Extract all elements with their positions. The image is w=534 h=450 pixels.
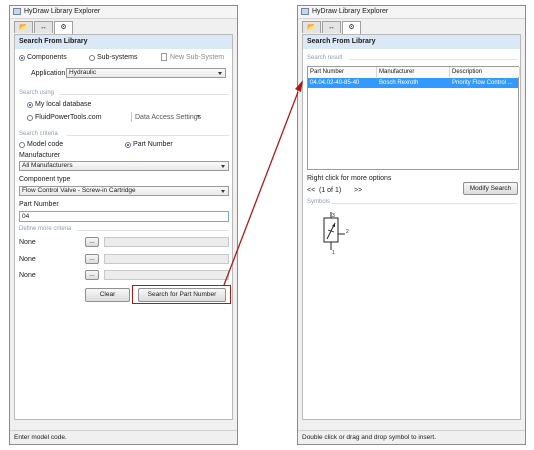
- callout-arrow-line: [223, 91, 299, 286]
- callout-arrow: [223, 80, 303, 286]
- callout-arrow-head: [295, 80, 303, 92]
